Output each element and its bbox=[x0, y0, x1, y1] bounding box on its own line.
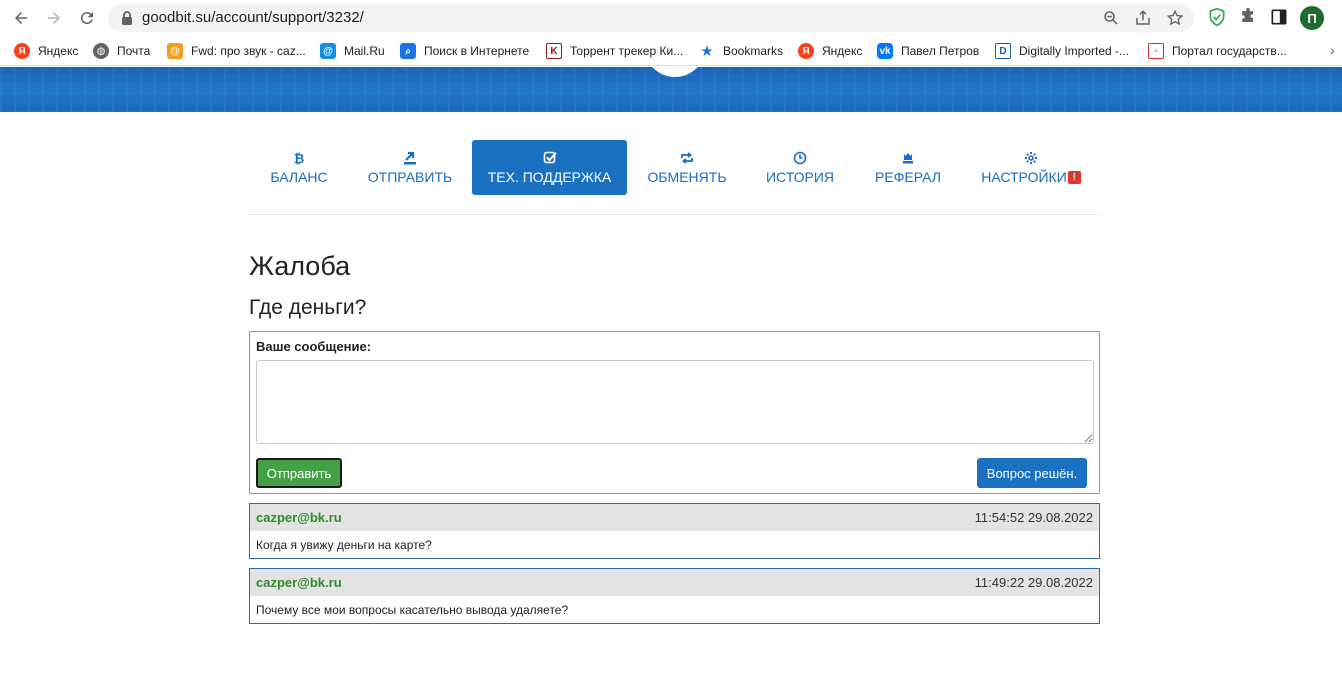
tab-settings[interactable]: НАСТРОЙКИ! bbox=[973, 140, 1089, 195]
puzzle-icon[interactable] bbox=[1238, 7, 1258, 27]
svg-text:₿: ₿ bbox=[294, 151, 305, 165]
reload-button[interactable] bbox=[75, 6, 99, 30]
star-icon[interactable] bbox=[1166, 9, 1184, 27]
bookmark-item[interactable]: @ Mail.Ru bbox=[320, 42, 385, 60]
kinozal-icon: K bbox=[546, 43, 562, 59]
issue-solved-button[interactable]: Вопрос решён. bbox=[977, 458, 1087, 488]
vk-icon: vk bbox=[877, 43, 893, 59]
settings-alert-badge: ! bbox=[1067, 171, 1081, 185]
gosuslugi-icon: ▫ bbox=[1148, 43, 1164, 59]
ticket-subject: Где деньги? bbox=[249, 296, 367, 319]
tabs-divider bbox=[249, 214, 1100, 215]
yandex-icon: Я bbox=[798, 43, 814, 59]
forward-button[interactable] bbox=[42, 6, 66, 30]
bookmark-item[interactable]: ★ Bookmarks bbox=[699, 42, 783, 60]
back-button[interactable] bbox=[9, 6, 33, 30]
zoom-icon[interactable] bbox=[1102, 9, 1120, 27]
message-time: 11:54:52 29.08.2022 bbox=[974, 510, 1093, 525]
yandex-icon: Я bbox=[14, 43, 30, 59]
mail-at-icon: @ bbox=[320, 43, 336, 59]
message-label: Ваше сообщение: bbox=[256, 339, 372, 354]
bookmark-item[interactable]: ▫ Портал государств... bbox=[1148, 42, 1287, 60]
share-icon[interactable] bbox=[1134, 9, 1152, 27]
tab-support[interactable]: ТЕХ. ПОДДЕРЖКА bbox=[472, 140, 627, 195]
bookmark-item[interactable]: D Digitally Imported -... bbox=[995, 42, 1129, 60]
clock-icon bbox=[793, 151, 807, 164]
bookmark-item[interactable]: ⌕ Поиск в Интернете bbox=[400, 42, 529, 60]
bookmark-item[interactable]: Я Яндекс bbox=[798, 42, 862, 60]
site-header-banner bbox=[0, 67, 1342, 112]
bookmarks-more-icon[interactable]: › bbox=[1330, 42, 1335, 58]
lock-icon bbox=[122, 11, 132, 25]
url-text: goodbit.su/account/support/3232/ bbox=[142, 9, 364, 26]
message-card: cazper@bk.ru 11:54:52 29.08.2022 Когда я… bbox=[249, 503, 1100, 559]
bookmark-item[interactable]: ◍ Почта bbox=[93, 42, 150, 60]
reply-form: Ваше сообщение: Отправить Вопрос решён. bbox=[249, 331, 1100, 494]
arrow-right-icon bbox=[48, 12, 60, 24]
message-textarea[interactable] bbox=[256, 360, 1094, 444]
side-panel-icon[interactable] bbox=[1269, 7, 1289, 27]
message-text: Почему все мои вопросы касательно вывода… bbox=[256, 603, 569, 617]
reload-icon bbox=[80, 12, 93, 25]
tab-settings-label-wrap: НАСТРОЙКИ! bbox=[981, 169, 1081, 185]
bookmark-item[interactable]: Я Яндекс bbox=[14, 42, 78, 60]
arrow-left-icon bbox=[15, 12, 27, 24]
message-header: cazper@bk.ru 11:54:52 29.08.2022 bbox=[250, 504, 1099, 531]
search-icon: ⌕ bbox=[400, 43, 416, 59]
message-card: cazper@bk.ru 11:49:22 29.08.2022 Почему … bbox=[249, 568, 1100, 624]
tab-history[interactable]: ИСТОРИЯ bbox=[755, 140, 845, 195]
chess-king-icon bbox=[903, 152, 913, 163]
star-icon: ★ bbox=[700, 43, 714, 60]
shield-check-icon[interactable] bbox=[1207, 7, 1227, 27]
bookmark-item[interactable]: vk Павел Петров bbox=[877, 42, 979, 60]
message-author: cazper@bk.ru bbox=[256, 510, 342, 525]
tab-referral[interactable]: РЕФЕРАЛ bbox=[864, 140, 952, 195]
check-square-icon bbox=[543, 151, 557, 163]
send-icon bbox=[404, 151, 416, 164]
send-button[interactable]: Отправить bbox=[256, 458, 342, 488]
di-icon: D bbox=[995, 43, 1011, 59]
bitcoin-icon: ₿ bbox=[294, 151, 305, 165]
page-title: Жалоба bbox=[249, 251, 351, 281]
gear-icon bbox=[1025, 151, 1037, 164]
account-tabs: ₿ БАЛАНС ОТПРАВИТЬ ТЕХ. ПОДДЕРЖКА ОБМЕНЯ… bbox=[249, 140, 1100, 196]
tab-send[interactable]: ОТПРАВИТЬ bbox=[360, 140, 460, 195]
exchange-icon bbox=[681, 151, 693, 164]
address-bar[interactable]: goodbit.su/account/support/3232/ bbox=[108, 4, 1194, 32]
profile-avatar[interactable]: П bbox=[1300, 6, 1324, 30]
message-text: Когда я увижу деньги на карте? bbox=[256, 538, 432, 552]
message-time: 11:49:22 29.08.2022 bbox=[974, 575, 1093, 590]
message-header: cazper@bk.ru 11:49:22 29.08.2022 bbox=[250, 569, 1099, 596]
globe-icon: ◍ bbox=[93, 43, 109, 59]
mail-at-icon: @ bbox=[167, 43, 183, 59]
message-author: cazper@bk.ru bbox=[256, 575, 342, 590]
browser-toolbar: goodbit.su/account/support/3232/ П bbox=[0, 0, 1342, 36]
bookmark-item[interactable]: K Торрент трекер Ки... bbox=[546, 42, 683, 60]
tab-exchange[interactable]: ОБМЕНЯТЬ bbox=[639, 140, 735, 195]
tab-balance[interactable]: ₿ БАЛАНС bbox=[249, 140, 349, 195]
bookmarks-bar: Я Яндекс ◍ Почта @ Fwd: про звук - caz..… bbox=[0, 36, 1342, 66]
bookmark-item[interactable]: @ Fwd: про звук - caz... bbox=[167, 42, 306, 60]
